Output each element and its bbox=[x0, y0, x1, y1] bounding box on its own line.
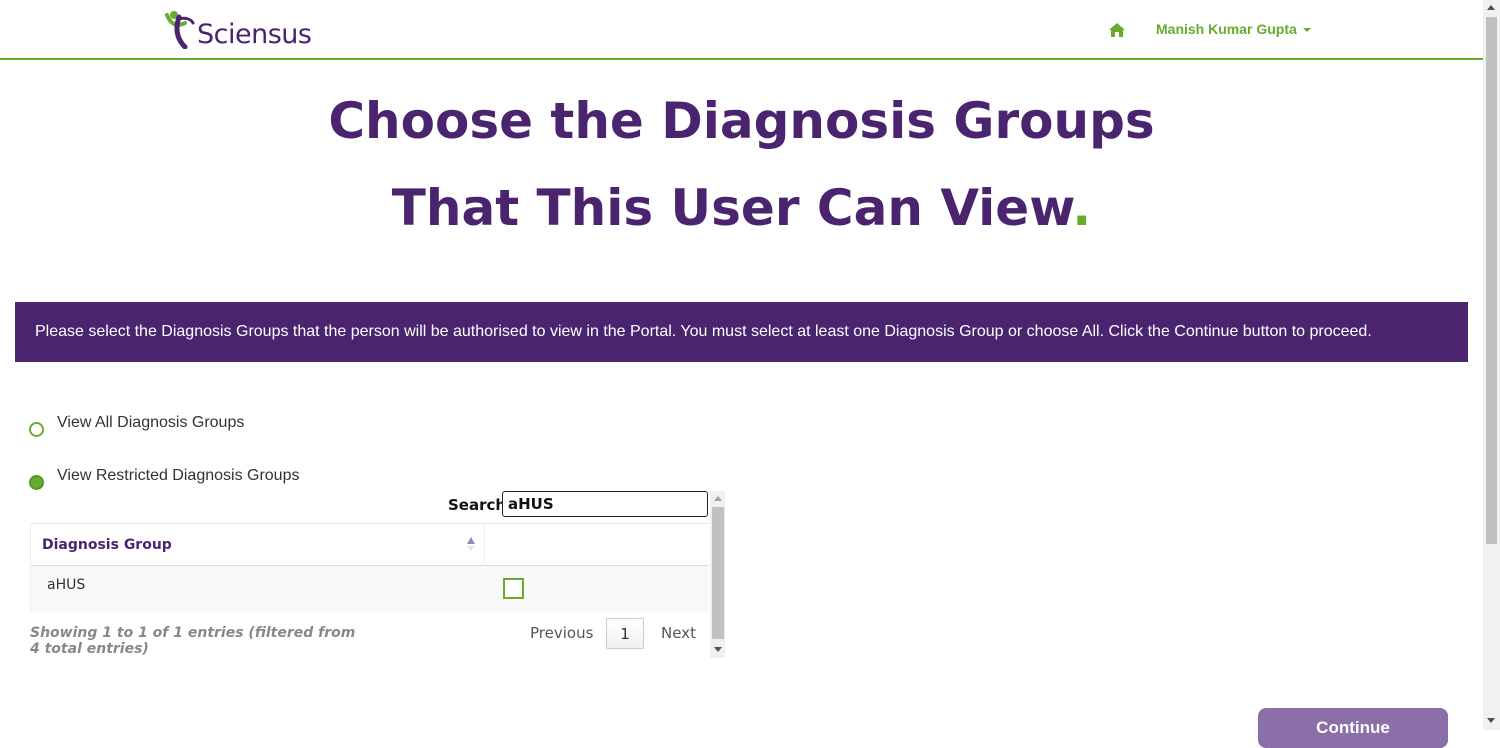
diagnosis-groups-table: Diagnosis Group aHUS bbox=[30, 523, 709, 612]
pagination-next[interactable]: Next bbox=[661, 618, 696, 649]
top-navbar: Sciensus Manish Kumar Gupta bbox=[0, 0, 1483, 60]
sort-ascending-icon[interactable] bbox=[467, 537, 475, 544]
page-title-line1: Choose the Diagnosis Groups bbox=[328, 92, 1155, 150]
home-icon[interactable] bbox=[1108, 22, 1126, 38]
column-divider bbox=[484, 524, 485, 565]
search-input[interactable] bbox=[502, 491, 708, 517]
scroll-up-icon[interactable] bbox=[714, 496, 722, 501]
column-header-diagnosis-group[interactable]: Diagnosis Group bbox=[42, 537, 172, 553]
user-name: Manish Kumar Gupta bbox=[1156, 21, 1297, 37]
table-info: Showing 1 to 1 of 1 entries (filtered fr… bbox=[30, 625, 356, 657]
user-menu-dropdown[interactable]: Manish Kumar Gupta bbox=[1156, 21, 1311, 37]
table-header: Diagnosis Group bbox=[31, 524, 709, 566]
diagnosis-group-name: aHUS bbox=[47, 577, 86, 593]
instructions-banner: Please select the Diagnosis Groups that … bbox=[15, 302, 1468, 362]
logo-mark-icon bbox=[165, 11, 195, 49]
page-scroll-up-icon[interactable] bbox=[1487, 5, 1495, 10]
logo-text: Sciensus bbox=[197, 19, 312, 50]
page-title-text: That This User Can View bbox=[391, 179, 1073, 237]
radio-button-view-restricted[interactable] bbox=[29, 475, 44, 490]
pagination-previous[interactable]: Previous bbox=[530, 618, 593, 649]
page-scrollbar-thumb[interactable] bbox=[1486, 17, 1497, 544]
select-checkbox[interactable] bbox=[503, 578, 524, 599]
page-scroll-down-icon[interactable] bbox=[1487, 718, 1495, 723]
table-scrollbar-thumb[interactable] bbox=[712, 507, 724, 639]
table-row: aHUS bbox=[31, 566, 709, 612]
radio-label-view-all: View All Diagnosis Groups bbox=[57, 414, 245, 431]
sort-descending-icon bbox=[467, 546, 475, 551]
radio-button-view-all[interactable] bbox=[29, 422, 44, 437]
caret-down-icon bbox=[1302, 28, 1311, 33]
title-dot: . bbox=[1072, 179, 1092, 237]
continue-button[interactable]: Continue bbox=[1258, 708, 1448, 748]
radio-label-view-restricted: View Restricted Diagnosis Groups bbox=[57, 467, 300, 484]
sciensus-logo[interactable]: Sciensus bbox=[163, 9, 313, 51]
pagination-page-1[interactable]: 1 bbox=[606, 618, 644, 649]
scroll-down-icon[interactable] bbox=[714, 647, 722, 652]
page-title-line2: That This User Can View. bbox=[0, 179, 1483, 237]
